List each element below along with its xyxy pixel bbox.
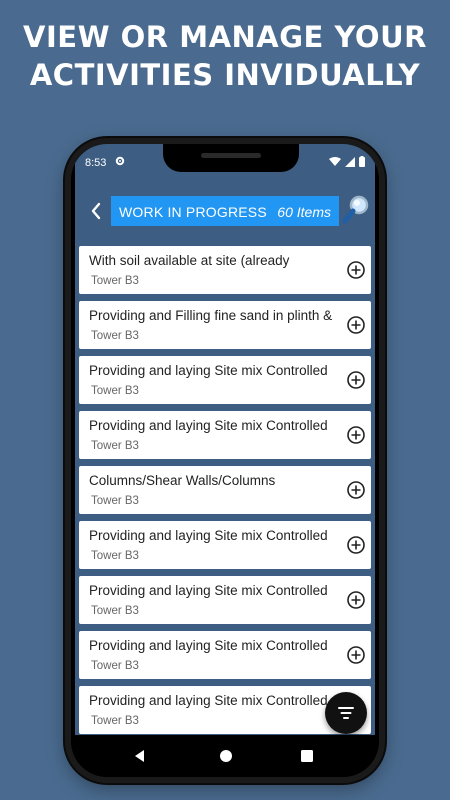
add-circle-icon[interactable] (346, 590, 366, 610)
phone-bezel: 8:53 WORK IN PROGRESS 60 Items With soil… (71, 144, 379, 777)
list-item[interactable]: Providing and Filling fine sand in plint… (79, 301, 371, 349)
activity-location: Tower B3 (91, 495, 139, 507)
activity-location: Tower B3 (91, 385, 139, 397)
add-circle-icon[interactable] (346, 645, 366, 665)
list-item[interactable]: Providing and laying Site mix Controlled… (79, 631, 371, 679)
list-item[interactable]: Providing and laying Site mix Controlled… (79, 521, 371, 569)
add-circle-icon[interactable] (346, 370, 366, 390)
gear-icon (115, 156, 125, 169)
page-title: WORK IN PROGRESS (119, 204, 267, 220)
activity-location: Tower B3 (91, 440, 139, 452)
nav-recents-icon[interactable] (301, 750, 313, 762)
app-screen: 8:53 WORK IN PROGRESS 60 Items With soil… (75, 144, 375, 735)
activity-location: Tower B3 (91, 715, 139, 727)
activity-list: With soil available at site (already Tow… (79, 246, 371, 735)
page-title-bar: WORK IN PROGRESS 60 Items (111, 196, 339, 226)
add-circle-icon[interactable] (346, 535, 366, 555)
activity-location: Tower B3 (91, 660, 139, 672)
system-nav-bar (71, 735, 379, 777)
list-item[interactable]: Providing and laying Site mix Controlled… (79, 411, 371, 459)
activity-location: Tower B3 (91, 275, 139, 287)
headline-line-1: VIEW OR MANAGE YOUR (23, 20, 427, 54)
activity-title: Columns/Shear Walls/Columns (89, 473, 276, 488)
back-chevron-icon[interactable] (85, 198, 107, 224)
phone-frame: 8:53 WORK IN PROGRESS 60 Items With soil… (65, 138, 385, 783)
activity-location: Tower B3 (91, 330, 139, 342)
wifi-icon (329, 157, 342, 166)
app-bar: WORK IN PROGRESS 60 Items (75, 194, 375, 228)
phone-notch (163, 144, 299, 172)
filter-icon (338, 707, 354, 719)
add-circle-icon[interactable] (346, 315, 366, 335)
phone-speaker (201, 153, 261, 158)
list-item[interactable]: With soil available at site (already Tow… (79, 246, 371, 294)
add-circle-icon[interactable] (346, 260, 366, 280)
add-circle-icon[interactable] (346, 480, 366, 500)
filter-button[interactable] (325, 692, 367, 734)
activity-title: Providing and laying Site mix Controlled (89, 363, 328, 378)
magnifier-icon[interactable] (341, 194, 371, 226)
status-time: 8:53 (85, 157, 107, 169)
activity-title: Providing and Filling fine sand in plint… (89, 308, 333, 323)
activity-title: With soil available at site (already (89, 253, 290, 268)
nav-home-icon[interactable] (219, 749, 233, 763)
status-icons (329, 156, 365, 170)
activity-title: Providing and laying Site mix Controlled (89, 583, 328, 598)
list-item[interactable]: Providing and laying Site mix Controlled… (79, 576, 371, 624)
activity-title: Providing and laying Site mix Controlled (89, 418, 328, 433)
item-count: 60 Items (277, 204, 331, 220)
list-item[interactable]: Providing and laying Site mix Controlled… (79, 356, 371, 404)
activity-title: Providing and laying Site mix Controlled (89, 693, 328, 708)
battery-icon (359, 156, 365, 167)
headline-line-2: ACTIVITIES INVIDUALLY (29, 58, 421, 92)
activity-title: Providing and laying Site mix Controlled (89, 638, 328, 653)
activity-location: Tower B3 (91, 550, 139, 562)
list-item[interactable]: Columns/Shear Walls/Columns Tower B3 (79, 466, 371, 514)
headline: VIEW OR MANAGE YOUR ACTIVITIES INVIDUALL… (0, 18, 450, 94)
activity-location: Tower B3 (91, 605, 139, 617)
nav-back-icon[interactable] (133, 749, 145, 763)
activity-title: Providing and laying Site mix Controlled (89, 528, 328, 543)
add-circle-icon[interactable] (346, 425, 366, 445)
signal-icon (345, 157, 356, 167)
